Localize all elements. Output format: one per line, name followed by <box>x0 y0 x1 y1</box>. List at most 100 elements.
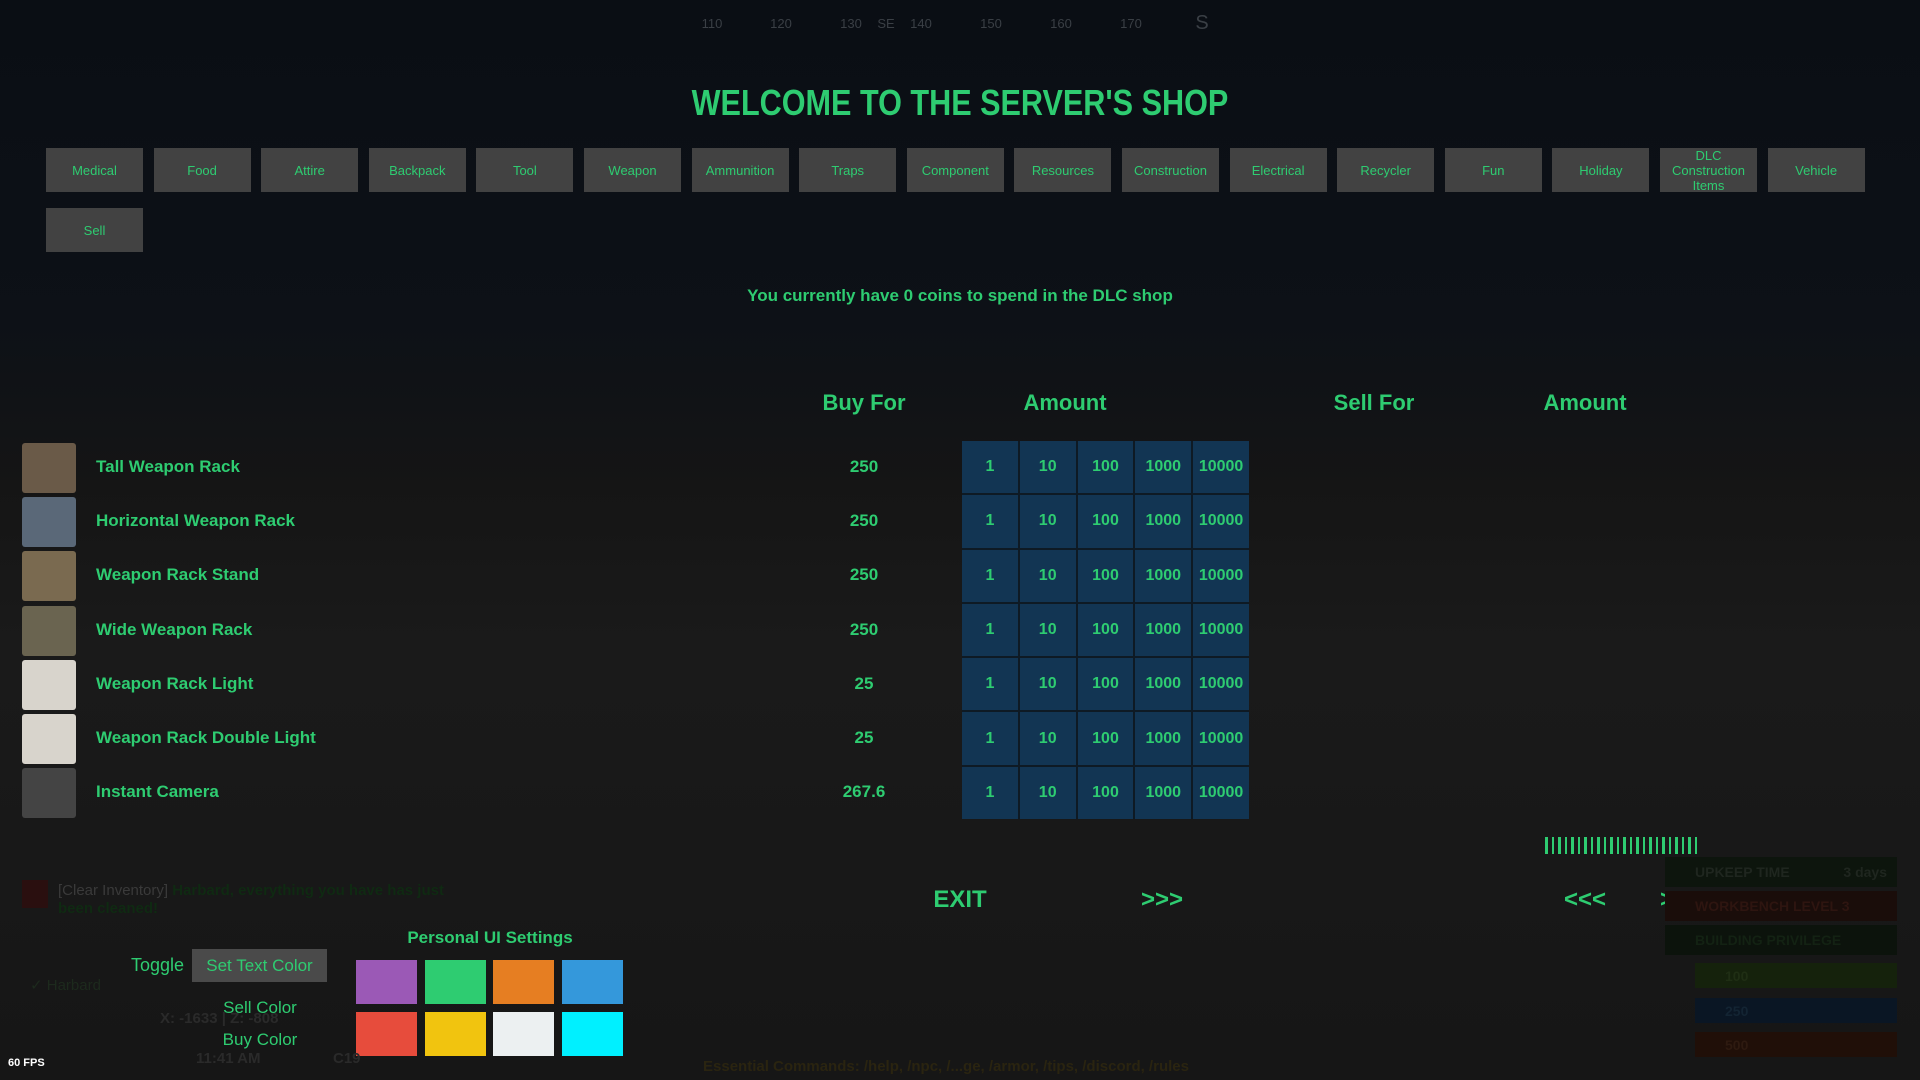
buy-amount-100-button[interactable]: 100 <box>1077 603 1134 657</box>
buy-amount-1-button[interactable]: 1 <box>962 549 1018 602</box>
compass-tick: SE <box>877 16 895 31</box>
buy-amount-10000-button[interactable]: 10000 <box>1193 441 1249 494</box>
sell-prev-page-button[interactable]: <<< <box>1564 886 1606 914</box>
buy-amount-10000-button[interactable]: 10000 <box>1193 495 1249 548</box>
category-tab-sell[interactable]: Sell <box>46 208 143 252</box>
page-bar <box>1603 837 1606 854</box>
page-bar <box>1564 837 1567 854</box>
category-tab-medical[interactable]: Medical <box>46 148 143 192</box>
buy-amount-1-button[interactable]: 1 <box>962 712 1018 765</box>
workbench-panel: WORKBENCH LEVEL 3 <box>1665 891 1897 921</box>
category-tab-food[interactable]: Food <box>153 148 251 192</box>
category-tab-weapon[interactable]: Weapon <box>584 148 681 192</box>
buy-amount-100-button[interactable]: 100 <box>1077 712 1134 765</box>
essential-commands: Essential Commands: /help, /npc, /...ge,… <box>703 1058 1189 1075</box>
color-swatch[interactable] <box>424 1012 486 1056</box>
category-tab-traps[interactable]: Traps <box>799 148 897 192</box>
buy-amount-1-button[interactable]: 1 <box>962 766 1018 819</box>
buy-amount-10000-button[interactable]: 10000 <box>1193 712 1249 765</box>
header-sell-for: Sell For <box>1333 390 1415 415</box>
upkeep-label: UPKEEP TIME <box>1695 864 1790 880</box>
buy-amount-1000-button[interactable]: 1000 <box>1135 766 1192 819</box>
buy-amount-10-button[interactable]: 10 <box>1019 441 1076 494</box>
buy-amount-100-button[interactable]: 100 <box>1077 441 1134 494</box>
buy-amount-10-button[interactable]: 10 <box>1019 658 1076 711</box>
color-swatch[interactable] <box>561 1012 623 1056</box>
buy-amount-1-button[interactable]: 1 <box>962 441 1018 494</box>
water-bar: 250 <box>1695 998 1897 1023</box>
buy-amount-1-button[interactable]: 1 <box>962 495 1018 548</box>
set-text-color-button[interactable]: Set Text Color <box>192 949 327 982</box>
player-coords: X: -1633 | Z: -808 <box>160 1010 279 1027</box>
color-swatch[interactable] <box>493 1012 554 1056</box>
page-bar <box>1597 837 1600 854</box>
buy-amount-1-button[interactable]: 1 <box>962 658 1018 711</box>
category-tab-component[interactable]: Component <box>906 148 1004 192</box>
buy-amount-1000-button[interactable]: 1000 <box>1135 603 1192 657</box>
instant-camera-icon <box>22 768 76 819</box>
buy-amount-10000-button[interactable]: 10000 <box>1193 658 1249 711</box>
page-bar <box>1577 837 1580 854</box>
color-swatch[interactable] <box>493 960 554 1004</box>
buy-amount-10-button[interactable]: 10 <box>1019 766 1076 819</box>
toggle-button[interactable]: Toggle <box>131 955 184 976</box>
buy-amount-10000-button[interactable]: 10000 <box>1193 766 1249 819</box>
category-tab-electrical[interactable]: Electrical <box>1229 148 1327 192</box>
header-amount: Amount <box>1023 390 1107 415</box>
buy-amount-1000-button[interactable]: 1000 <box>1135 495 1192 548</box>
item-buy-price: 267.6 <box>842 782 886 802</box>
color-swatch[interactable] <box>356 1012 417 1056</box>
buy-amount-10-button[interactable]: 10 <box>1019 549 1076 602</box>
category-tab-ammunition[interactable]: Ammunition <box>691 148 789 192</box>
category-tab-resources[interactable]: Resources <box>1014 148 1112 192</box>
item-name: Tall Weapon Rack <box>96 457 240 476</box>
category-tab-vehicle[interactable]: Vehicle <box>1767 148 1865 192</box>
category-tab-tool[interactable]: Tool <box>476 148 574 192</box>
color-swatch[interactable] <box>561 960 623 1004</box>
page-bar <box>1675 837 1678 854</box>
header-buy-for: Buy For <box>822 390 906 415</box>
compass-tick: 150 <box>980 16 1002 31</box>
category-tab-dlc-construction-items[interactable]: DLC Construction Items <box>1660 148 1757 193</box>
buy-amount-100-button[interactable]: 100 <box>1077 658 1134 711</box>
amount-grid: 1 10 100 1000 10000 1 10 100 1000 10000 1 10 100 1000… <box>962 441 1249 819</box>
buy-amount-100-button[interactable]: 100 <box>1077 766 1134 819</box>
buy-amount-10-button[interactable]: 10 <box>1019 495 1076 548</box>
item-name: Weapon Rack Light <box>96 673 254 693</box>
category-tab-attire[interactable]: Attire <box>261 148 359 192</box>
buy-amount-1000-button[interactable]: 1000 <box>1135 658 1192 711</box>
page-title: WELCOME TO THE SERVER'S SHOP <box>691 82 1229 123</box>
chat-avatar-icon <box>22 880 48 908</box>
weapon-rack-double-light-icon <box>22 714 76 764</box>
buy-amount-10-button[interactable]: 10 <box>1019 712 1076 765</box>
compass-tick: S <box>1195 12 1209 34</box>
buy-amount-10-button[interactable]: 10 <box>1019 603 1076 657</box>
color-swatch[interactable] <box>424 960 486 1004</box>
item-buy-price: 250 <box>849 511 879 531</box>
upkeep-panel: UPKEEP TIME 3 days <box>1665 857 1897 887</box>
buy-amount-100-button[interactable]: 100 <box>1077 495 1134 548</box>
page-bar <box>1545 837 1548 854</box>
weapon-rack-stand-icon <box>22 551 76 602</box>
item-name: Instant Camera <box>96 782 219 802</box>
buy-color-button[interactable]: Buy Color <box>223 1030 298 1050</box>
category-tab-construction[interactable]: Construction <box>1122 148 1219 192</box>
category-tab-recycler[interactable]: Recycler <box>1337 148 1435 192</box>
color-swatch[interactable] <box>356 960 417 1004</box>
category-tab-fun[interactable]: Fun <box>1444 148 1542 192</box>
buy-amount-1000-button[interactable]: 1000 <box>1135 549 1192 602</box>
buy-amount-1000-button[interactable]: 1000 <box>1135 712 1192 765</box>
next-page-button[interactable]: >>> <box>1141 886 1183 914</box>
buy-amount-1-button[interactable]: 1 <box>962 603 1018 657</box>
category-tab-holiday[interactable]: Holiday <box>1552 148 1650 192</box>
page-bar <box>1558 837 1561 854</box>
buy-amount-100-button[interactable]: 100 <box>1077 549 1134 602</box>
category-tab-backpack[interactable]: Backpack <box>368 148 466 192</box>
page-bar <box>1571 837 1574 854</box>
buy-amount-1000-button[interactable]: 1000 <box>1135 441 1192 494</box>
settings-title: Personal UI Settings <box>407 928 573 947</box>
exit-button[interactable]: EXIT <box>933 886 986 914</box>
buy-amount-10000-button[interactable]: 10000 <box>1193 549 1249 602</box>
buy-amount-10000-button[interactable]: 10000 <box>1193 603 1249 657</box>
map-grid: C19 <box>333 1050 361 1067</box>
